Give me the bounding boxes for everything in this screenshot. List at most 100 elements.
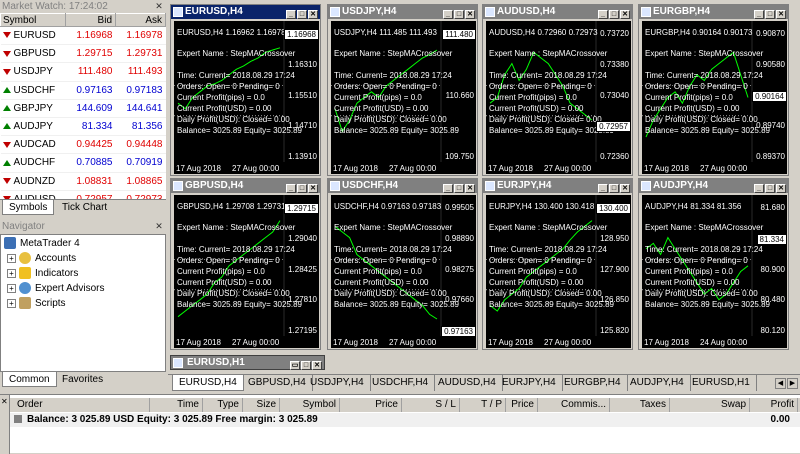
chart-tab[interactable]: AUDUSD,H4	[432, 375, 503, 391]
chart-plot[interactable]: USDCHF,H4 0.97163 0.97183 Expert Name : S…	[331, 195, 476, 348]
chart-window[interactable]: EURJPY,H4 _ □ ✕ EURJPY,H4 130.400 130.418 Exp…	[482, 178, 633, 350]
minimize-button[interactable]: _	[754, 184, 764, 193]
maximize-button[interactable]: □	[609, 184, 619, 193]
column-header-type[interactable]: Type	[203, 398, 243, 412]
market-watch-row[interactable]: GBPUSD 1.29715 1.29731	[0, 44, 166, 64]
column-header-bid[interactable]: Bid	[65, 13, 116, 27]
close-button[interactable]: ✕	[465, 184, 475, 193]
close-button[interactable]: ✕	[465, 10, 475, 19]
column-header-profit[interactable]: Profit	[750, 398, 798, 412]
maximize-button[interactable]: □	[297, 184, 307, 193]
maximize-button[interactable]: □	[609, 10, 619, 19]
minimize-button[interactable]: _	[443, 10, 453, 19]
column-header-t-p[interactable]: T / P	[460, 398, 506, 412]
chart-tab[interactable]: USDJPY,H4	[304, 375, 371, 391]
minimize-button[interactable]: _	[286, 184, 296, 193]
column-header-price[interactable]: Price	[506, 398, 538, 412]
column-header-size[interactable]: Size	[243, 398, 280, 412]
tab-common[interactable]: Common	[2, 372, 57, 387]
chart-plot[interactable]: GBPUSD,H4 1.29708 1.29731 Expert Name : S…	[174, 195, 319, 348]
close-icon[interactable]: ✕	[154, 221, 164, 231]
chart-tab[interactable]: AUDJPY,H4	[624, 375, 691, 391]
chart-title-bar[interactable]: EURUSD,H4 _ □ ✕	[171, 5, 320, 19]
chart-window[interactable]: USDJPY,H4 _ □ ✕ USDJPY,H4 111.485 111.493 Exp…	[327, 4, 478, 176]
close-button[interactable]: ✕	[308, 10, 318, 19]
market-watch-row[interactable]: AUDJPY 81.334 81.356	[0, 117, 166, 137]
close-icon[interactable]: ✕	[154, 1, 164, 11]
column-header-taxes[interactable]: Taxes	[610, 398, 670, 412]
column-header-swap[interactable]: Swap	[670, 398, 750, 412]
chart-title-bar[interactable]: GBPUSD,H4 _ □ ✕	[171, 179, 320, 193]
chart-plot[interactable]: AUDUSD,H4 0.72960 0.72973 Expert Name : S…	[486, 21, 631, 174]
minimize-button[interactable]: _	[443, 184, 453, 193]
column-header-price[interactable]: Price	[340, 398, 402, 412]
column-header-s-l[interactable]: S / L	[402, 398, 460, 412]
maximize-button[interactable]: □	[301, 361, 311, 370]
column-header-ask[interactable]: Ask	[115, 13, 166, 27]
expand-icon[interactable]: +	[7, 268, 16, 278]
chart-window[interactable]: EURUSD,H4 _ □ ✕ EURUSD,H4 1.16962 1.16978 Exp…	[170, 4, 321, 176]
market-watch-row[interactable]: USDJPY 111.480 111.493	[0, 62, 166, 82]
market-watch-row[interactable]: AUDNZD 1.08831 1.08865	[0, 172, 166, 191]
tree-item-accounts[interactable]: + Accounts	[7, 252, 76, 266]
chart-plot[interactable]: AUDJPY,H4 81.334 81.356 Expert Name : Ste…	[642, 195, 787, 348]
close-button[interactable]: ✕	[776, 184, 786, 193]
maximize-button[interactable]: □	[454, 10, 464, 19]
chart-window[interactable]: AUDJPY,H4 _ □ ✕ AUDJPY,H4 81.334 81.356 Exper…	[638, 178, 789, 350]
balance-row[interactable]: Balance: 3 025.89 USD Equity: 3 025.89 F…	[10, 413, 800, 427]
chart-window[interactable]: USDCHF,H4 _ □ ✕ USDCHF,H4 0.97163 0.97183 Exp…	[327, 178, 478, 350]
chart-plot[interactable]: EURJPY,H4 130.400 130.418 Expert Name : S…	[486, 195, 631, 348]
market-watch-row[interactable]: AUDCAD 0.94425 0.94448	[0, 135, 166, 155]
expand-icon[interactable]: +	[7, 298, 16, 308]
close-icon[interactable]: ✕	[1, 397, 8, 406]
minimized-chart-window[interactable]: EURUSD,H1 ▭ □ ✕	[170, 355, 325, 370]
chart-tab[interactable]: EURUSD,H4	[172, 375, 244, 391]
chart-tab[interactable]: EURGBP,H4	[558, 375, 628, 391]
column-header-symbol[interactable]: Symbol	[0, 13, 66, 27]
tab-symbols[interactable]: Symbols	[2, 200, 55, 215]
chart-title-bar[interactable]: AUDUSD,H4 _ □ ✕	[483, 5, 632, 19]
chart-title-bar[interactable]: USDCHF,H4 _ □ ✕	[328, 179, 477, 193]
maximize-button[interactable]: □	[297, 10, 307, 19]
chart-title-bar[interactable]: EURGBP,H4 _ □ ✕	[639, 5, 788, 19]
scroll-right-icon[interactable]: ▶	[787, 378, 798, 389]
tab-tick-chart[interactable]: Tick Chart	[56, 200, 113, 215]
close-button[interactable]: ✕	[620, 184, 630, 193]
chart-tab[interactable]: GBPUSD,H4	[242, 375, 313, 391]
minimize-button[interactable]: _	[598, 184, 608, 193]
tree-item-indicators[interactable]: + Indicators	[7, 267, 78, 281]
column-header-commis[interactable]: Commis...	[538, 398, 610, 412]
scroll-left-icon[interactable]: ◀	[775, 378, 786, 389]
expand-icon[interactable]: +	[7, 283, 16, 293]
expand-icon[interactable]: +	[7, 253, 16, 263]
chart-tab[interactable]: EURUSD,H1	[686, 375, 757, 391]
column-header-time[interactable]: Time	[150, 398, 203, 412]
close-button[interactable]: ✕	[312, 361, 322, 370]
chart-window[interactable]: EURGBP,H4 _ □ ✕ EURGBP,H4 0.90164 0.90173 Exp…	[638, 4, 789, 176]
chart-window[interactable]: AUDUSD,H4 _ □ ✕ AUDUSD,H4 0.72960 0.72973 Exp…	[482, 4, 633, 176]
chart-plot[interactable]: EURUSD,H4 1.16962 1.16978 Expert Name : S…	[174, 21, 319, 174]
minimize-button[interactable]: _	[286, 10, 296, 19]
chart-title-bar[interactable]: USDJPY,H4 _ □ ✕	[328, 5, 477, 19]
chart-plot[interactable]: EURGBP,H4 0.90164 0.90173 Expert Name : S…	[642, 21, 787, 174]
market-watch-row[interactable]: GBPJPY 144.609 144.641	[0, 99, 166, 118]
tree-root-metatrader[interactable]: MetaTrader 4	[4, 237, 80, 251]
tab-favorites[interactable]: Favorites	[56, 372, 109, 387]
minimize-button[interactable]: _	[598, 10, 608, 19]
chart-window[interactable]: GBPUSD,H4 _ □ ✕ GBPUSD,H4 1.29708 1.29731 Exp…	[170, 178, 321, 350]
close-button[interactable]: ✕	[620, 10, 630, 19]
market-watch-row[interactable]: USDCHF 0.97163 0.97183	[0, 81, 166, 100]
market-watch-row[interactable]: AUDCHF 0.70885 0.70919	[0, 153, 166, 173]
maximize-button[interactable]: □	[765, 10, 775, 19]
chart-title-bar[interactable]: AUDJPY,H4 _ □ ✕	[639, 179, 788, 193]
tree-item-expert-advisors[interactable]: + Expert Advisors	[7, 282, 104, 296]
maximize-button[interactable]: □	[454, 184, 464, 193]
chart-tab[interactable]: EURJPY,H4	[496, 375, 563, 391]
chart-plot[interactable]: USDJPY,H4 111.485 111.493 Expert Name : S…	[331, 21, 476, 174]
chart-title-bar[interactable]: EURJPY,H4 _ □ ✕	[483, 179, 632, 193]
maximize-button[interactable]: □	[765, 184, 775, 193]
column-header-symbol[interactable]: Symbol	[280, 398, 340, 412]
column-header-order[interactable]: Order	[14, 398, 150, 412]
market-watch-row[interactable]: EURUSD 1.16968 1.16978	[0, 26, 166, 46]
tree-item-scripts[interactable]: + Scripts	[7, 297, 66, 311]
